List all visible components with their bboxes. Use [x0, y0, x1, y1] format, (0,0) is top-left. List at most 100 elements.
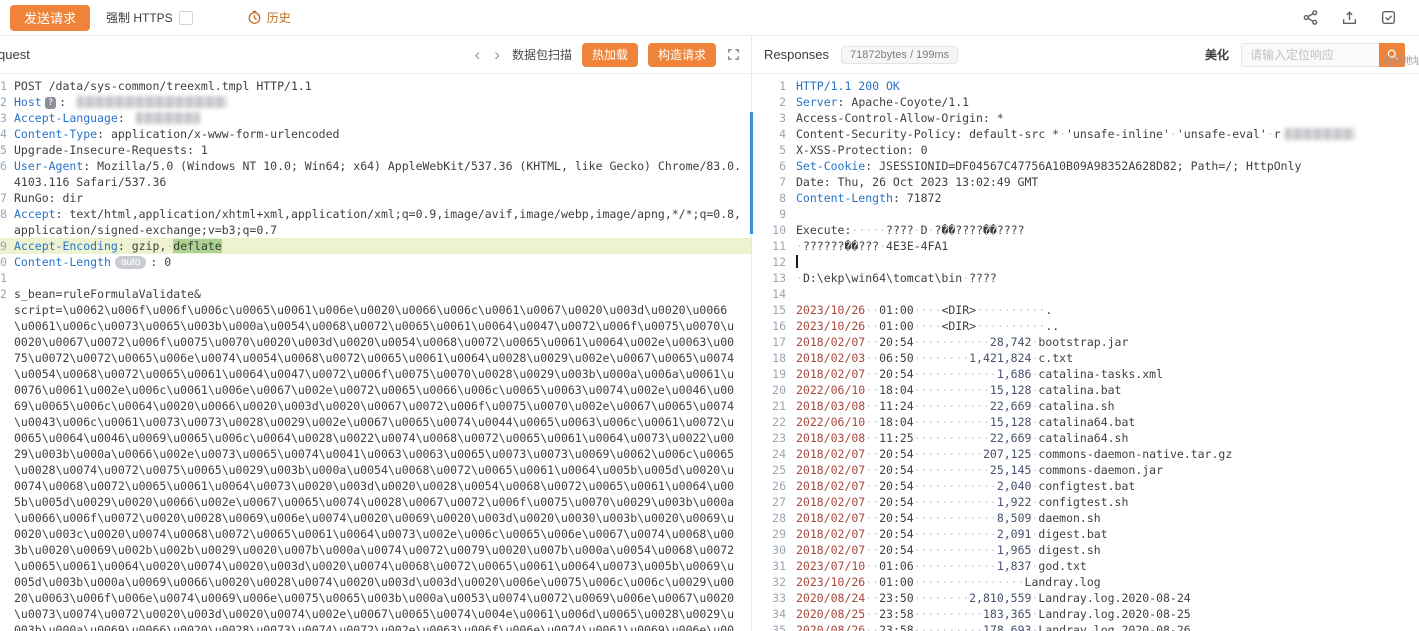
tab-responses[interactable]: Responses: [764, 47, 829, 62]
line-content: 2018/02/07··20:54············1,686·catal…: [796, 366, 1163, 382]
code-line: 352020/08/26··23:58··········178,693·Lan…: [752, 622, 1419, 631]
code-segment: 2022/06/10: [796, 415, 865, 429]
code-segment: ··: [865, 543, 879, 557]
code-line: 4Content-Security-Policy: default-src *·…: [752, 126, 1419, 142]
chevron-right-icon[interactable]: ›: [492, 46, 502, 63]
code-segment: ··: [865, 495, 879, 509]
code-segment: ··: [865, 463, 879, 477]
line-number: 30: [752, 542, 786, 558]
line-number: 23: [752, 430, 786, 446]
share-icon[interactable]: [1302, 9, 1319, 26]
line-content: application/signed-exchange;v=b3;q=0.7: [14, 222, 277, 238]
code-segment: catalina-tasks.xml: [1038, 367, 1163, 381]
line-number: 19: [752, 366, 786, 382]
code-segment: ··: [865, 607, 879, 621]
code-line: 152023/10/26··01:00····<DIR>··········.: [752, 302, 1419, 318]
code-segment: deflate: [173, 239, 221, 253]
code-segment: ············: [914, 495, 997, 509]
send-request-button[interactable]: 发送请求: [10, 5, 90, 31]
force-https-checkbox[interactable]: [179, 11, 193, 25]
force-https-label: 强制 HTTPS: [106, 9, 173, 26]
line-content: Content-Lengthauto: 0: [14, 254, 171, 270]
code-segment: ··········: [914, 623, 983, 631]
line-content: Access-Control-Allow-Origin: *: [796, 110, 1004, 126]
tab-request[interactable]: quest: [0, 47, 30, 62]
code-segment: ···········: [914, 383, 990, 397]
code-segment: ··: [865, 431, 879, 445]
code-segment: ··: [865, 623, 879, 631]
redacted-block: [136, 112, 200, 124]
history-button[interactable]: 历史: [247, 9, 291, 26]
line-number: 16: [752, 318, 786, 334]
code-segment: 2018/02/07: [796, 527, 865, 541]
force-https-toggle[interactable]: 强制 HTTPS: [106, 9, 193, 26]
line-number: 22: [752, 414, 786, 430]
chevron-left-icon[interactable]: ‹: [473, 46, 483, 63]
export-icon[interactable]: [1341, 9, 1358, 26]
line-number: 29: [752, 526, 786, 542]
code-segment: ·: [879, 239, 886, 253]
code-segment: 01:06: [879, 559, 914, 573]
code-line: 2Host?:: [0, 94, 751, 110]
code-line: 6Set-Cookie: JSESSIONID=DF04567C47756A10…: [752, 158, 1419, 174]
code-segment: bootstrap.jar: [1038, 335, 1128, 349]
line-number: 2: [0, 286, 8, 302]
code-segment: 01:00: [879, 319, 914, 333]
line-number: 2: [752, 94, 786, 110]
beautify-button[interactable]: 美化: [1205, 46, 1229, 63]
code-segment: 22,669: [990, 431, 1032, 445]
code-line: 342020/08/25··23:58··········183,365·Lan…: [752, 606, 1419, 622]
response-stats-badge: 71872bytes / 199ms: [841, 46, 958, 64]
splitter-accent[interactable]: [750, 112, 753, 234]
code-line: 12: [752, 254, 1419, 270]
code-segment: Host: [14, 95, 42, 109]
fullscreen-icon[interactable]: [726, 47, 741, 62]
code-segment: :: [59, 95, 73, 109]
response-search-input[interactable]: [1241, 43, 1379, 67]
packet-scan-button[interactable]: 数据包扫描: [512, 46, 572, 63]
code-segment: 4E3E-4FA1: [886, 239, 948, 253]
response-lines: 1HTTP/1.1 200 OK2Server: Apache-Coyote/1…: [752, 78, 1419, 631]
code-segment: 06:50: [879, 351, 914, 365]
hot-reload-button[interactable]: 热加载: [582, 43, 638, 67]
code-line: 302018/02/07··20:54············1,965·dig…: [752, 542, 1419, 558]
request-panel-header: quest ‹ › 数据包扫描 热加载 构造请求: [0, 36, 752, 73]
code-segment: 25,145: [990, 463, 1032, 477]
code-segment: configtest.sh: [1038, 495, 1128, 509]
line-content: Date: Thu, 26 Oct 2023 13:02:49 GMT: [796, 174, 1038, 190]
code-line: 8Accept: text/html,application/xhtml+xml…: [0, 206, 751, 222]
line-number: 14: [752, 286, 786, 302]
request-editor[interactable]: 1POST /data/sys-common/treexml.tmpl HTTP…: [0, 74, 752, 631]
code-segment: 2018/02/07: [796, 511, 865, 525]
build-request-button[interactable]: 构造请求: [648, 43, 716, 67]
code-segment: 15,128: [990, 415, 1032, 429]
code-line: 2Server: Apache-Coyote/1.1: [752, 94, 1419, 110]
code-segment: 2023/10/26: [796, 303, 865, 317]
code-segment: daemon.sh: [1038, 511, 1100, 525]
code-segment: ..: [1045, 319, 1059, 333]
code-segment: ····: [914, 303, 942, 317]
code-segment: ··: [865, 367, 879, 381]
code-segment: ·: [796, 271, 803, 285]
code-segment: ·: [796, 239, 803, 253]
line-number: 6: [752, 158, 786, 174]
code-segment: 23:50: [879, 591, 914, 605]
code-line: 13·D:\ekp\win64\tomcat\bin·????: [752, 270, 1419, 286]
code-segment: ·: [928, 223, 935, 237]
edit-check-icon[interactable]: [1380, 9, 1397, 26]
code-line: 8Content-Length: 71872: [752, 190, 1419, 206]
line-content: Content-Security-Policy: default-src *·'…: [796, 126, 1355, 142]
line-number: 34: [752, 606, 786, 622]
code-segment: r: [1274, 127, 1281, 141]
line-number: 3: [0, 110, 8, 126]
code-segment: 2022/06/10: [796, 383, 865, 397]
code-segment: 20:54: [879, 479, 914, 493]
line-content: 2018/03/08··11:24···········22,669·catal…: [796, 398, 1115, 414]
code-line: 9: [752, 206, 1419, 222]
code-segment: ????: [886, 223, 914, 237]
line-number: 3: [752, 110, 786, 126]
code-segment: Access-Control-Allow-Origin: *: [796, 111, 1004, 125]
response-editor[interactable]: 1HTTP/1.1 200 OK2Server: Apache-Coyote/1…: [752, 74, 1419, 631]
line-content: 2018/02/07··20:54············8,509·daemo…: [796, 510, 1101, 526]
code-segment: 20:54: [879, 527, 914, 541]
